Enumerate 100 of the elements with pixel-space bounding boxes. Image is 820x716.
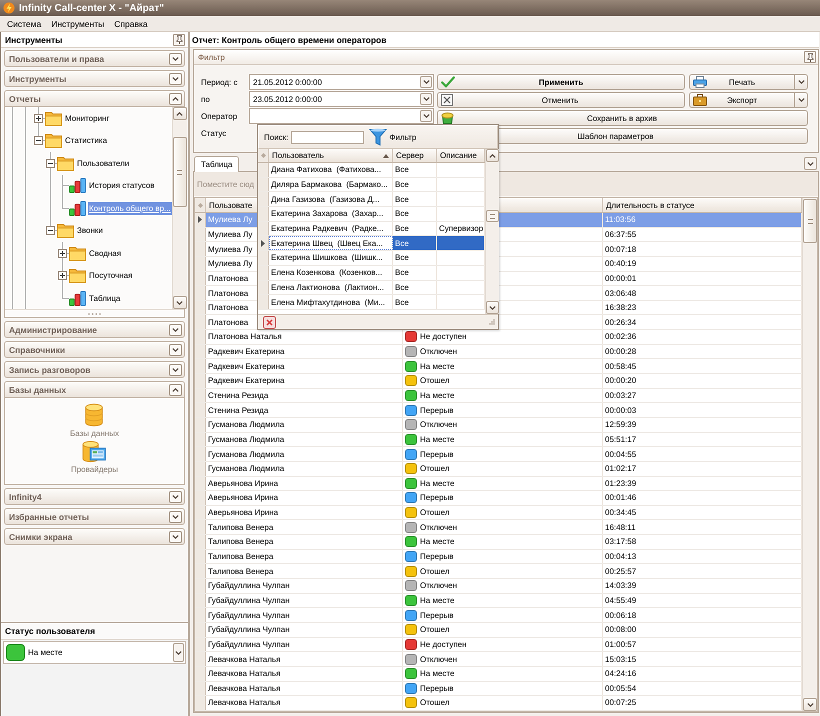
- tree-item[interactable]: Статистика: [64, 134, 108, 148]
- toggle-button[interactable]: [169, 52, 182, 64]
- table-row[interactable]: Радкевич Екатерина На месте 00:58:45: [195, 359, 802, 374]
- table-row[interactable]: Левачкова Наталья Отключен 15:03:15: [195, 652, 802, 667]
- table-row[interactable]: Талипова Венера Отошел 00:25:57: [195, 564, 802, 580]
- pin-button[interactable]: [173, 34, 185, 46]
- menu-item[interactable]: Инструменты: [46, 18, 110, 30]
- dropdown-button[interactable]: [795, 74, 808, 90]
- table-row[interactable]: Гусманова Людмила Перерыв 00:04:55: [195, 447, 802, 462]
- minus-box-icon[interactable]: [46, 226, 55, 236]
- plus-box-icon[interactable]: [58, 271, 67, 280]
- close-button[interactable]: [263, 316, 276, 328]
- toggle-button[interactable]: [169, 324, 182, 336]
- scroll-up-button[interactable]: [486, 149, 499, 162]
- list-row[interactable]: Елена Лактионова (Лактион... Все: [258, 280, 485, 296]
- tree-item[interactable]: Пользователи: [76, 156, 130, 170]
- table-row[interactable]: Губайдуллина Чулпан Отошел 00:08:00: [195, 622, 802, 638]
- plus-box-icon[interactable]: [58, 248, 67, 258]
- list-row[interactable]: Екатерина Шишкова (Шишк... Все: [258, 251, 485, 266]
- date-field[interactable]: 21.05.2012 0:00:00: [249, 74, 434, 90]
- table-row[interactable]: Талипова Венера На месте 03:17:58: [195, 535, 802, 550]
- section-header[interactable]: Отчеты: [4, 90, 185, 107]
- toggle-button[interactable]: [169, 510, 182, 522]
- list-row[interactable]: Диана Фатихова (Фатихова... Все: [258, 163, 485, 178]
- scrollbar-thumb[interactable]: [803, 199, 817, 243]
- table-row[interactable]: Талипова Венера Отключен 16:48:11: [195, 520, 802, 536]
- tab[interactable]: Таблица: [194, 156, 240, 172]
- list-row[interactable]: Диляра Бармакова (Бармако... Все: [258, 178, 485, 192]
- dropdown-button[interactable]: [420, 76, 432, 88]
- toggle-button[interactable]: [169, 364, 182, 376]
- scroll-down-button[interactable]: [803, 698, 817, 711]
- list-row[interactable]: Елена Мифтахутдинова (Ми... Все: [258, 295, 485, 310]
- dropdown-field[interactable]: [249, 108, 434, 124]
- table-row[interactable]: Аверьянова Ирина Перерыв 00:01:46: [195, 491, 802, 506]
- resize-grip-icon[interactable]: [489, 319, 495, 325]
- dropdown-button[interactable]: [795, 92, 808, 108]
- search-field[interactable]: [291, 130, 364, 144]
- toggle-button[interactable]: [169, 530, 182, 542]
- scroll-down-button[interactable]: [486, 301, 499, 314]
- dropdown-button[interactable]: [420, 93, 432, 105]
- list-row[interactable]: Екатерина Радкевич (Радке... Все Супервизор: [258, 222, 485, 236]
- column-header[interactable]: Пользователь: [269, 149, 393, 162]
- table-row[interactable]: Левачкова Наталья На месте 04:24:16: [195, 666, 802, 682]
- row-header[interactable]: [195, 213, 206, 227]
- scrollbar-thumb[interactable]: [172, 137, 187, 207]
- apply-button[interactable]: Применить: [437, 74, 685, 90]
- tree-item[interactable]: История статусов: [88, 179, 156, 192]
- scroll-up-button[interactable]: [172, 107, 187, 120]
- minus-box-icon[interactable]: [34, 136, 43, 146]
- archive-button[interactable]: Сохранить в архив: [437, 110, 808, 126]
- minus-box-icon[interactable]: [46, 158, 55, 168]
- table-row[interactable]: Стенина Резида Перерыв 00:00:03: [195, 403, 802, 418]
- section-header[interactable]: Избранные отчеты: [4, 508, 185, 525]
- section-header[interactable]: Администрирование: [4, 321, 185, 338]
- plus-box-icon[interactable]: [34, 114, 43, 123]
- section-header[interactable]: Снимки экрана: [4, 528, 185, 545]
- section-header[interactable]: Справочники: [4, 341, 185, 358]
- export-button[interactable]: Экспорт: [689, 92, 795, 108]
- table-row[interactable]: Аверьянова Ирина На месте 01:23:39: [195, 476, 802, 492]
- table-row[interactable]: Губайдуллина Чулпан Отключен 14:03:39: [195, 579, 802, 594]
- tree-item[interactable]: Посуточная: [88, 269, 134, 282]
- scrollbar-thumb[interactable]: [486, 210, 499, 222]
- list-row[interactable]: Екатерина Захарова (Захар... Все: [258, 207, 485, 222]
- table-row[interactable]: Гусманова Людмила Отключен 12:59:39: [195, 418, 802, 433]
- table-row[interactable]: Левачкова Наталья Перерыв 00:05:54: [195, 682, 802, 696]
- date-field[interactable]: 23.05.2012 0:00:00: [249, 91, 434, 107]
- dropdown-button[interactable]: [173, 643, 184, 662]
- table-row[interactable]: Губайдуллина Чулпан Перерыв 00:06:18: [195, 608, 802, 623]
- table-row[interactable]: Радкевич Екатерина Отошел 00:00:20: [195, 374, 802, 389]
- table-row[interactable]: Платонова Наталья Не доступен 00:02:36: [195, 330, 802, 345]
- shortcut-item[interactable]: Провайдеры: [70, 441, 118, 474]
- section-header[interactable]: Запись разговоров: [4, 361, 185, 378]
- table-row[interactable]: Губайдуллина Чулпан Не доступен 01:00:57: [195, 638, 802, 652]
- table-row[interactable]: Стенина Резида На месте 00:03:27: [195, 388, 802, 404]
- scroll-down-button[interactable]: [172, 296, 187, 309]
- toggle-button[interactable]: [169, 490, 182, 502]
- tree-item[interactable]: Сводная: [88, 246, 122, 260]
- dropdown-button[interactable]: [420, 110, 432, 122]
- pin-button[interactable]: [804, 51, 816, 63]
- cancel-button[interactable]: Отменить: [437, 92, 685, 108]
- status-dropdown[interactable]: На месте: [3, 641, 186, 664]
- print-button[interactable]: Печать: [689, 74, 795, 90]
- table-row[interactable]: Гусманова Людмила Отошел 01:02:17: [195, 462, 802, 477]
- section-header[interactable]: Пользователи и права: [4, 50, 185, 67]
- tree-item[interactable]: Мониторинг: [64, 112, 110, 125]
- menu-item[interactable]: Справка: [109, 18, 153, 30]
- list-row[interactable]: Дина Газизова (Газизова Д... Все: [258, 192, 485, 208]
- toggle-button[interactable]: [169, 344, 182, 356]
- table-row[interactable]: Радкевич Екатерина Отключен 00:00:28: [195, 344, 802, 360]
- table-row[interactable]: Аверьянова Ирина Отошел 00:34:45: [195, 506, 802, 520]
- tab-menu-button[interactable]: [804, 157, 817, 170]
- list-row[interactable]: Елена Козенкова (Козенков... Все: [258, 266, 485, 280]
- toggle-button[interactable]: [169, 92, 182, 104]
- tree-item[interactable]: Звонки: [76, 224, 104, 238]
- list-row[interactable]: Екатерина Швец (Швец Ека... Все: [258, 236, 485, 252]
- menu-item[interactable]: Система: [2, 18, 46, 30]
- table-row[interactable]: Талипова Венера Перерыв 00:04:13: [195, 550, 802, 564]
- table-row[interactable]: Гусманова Людмила На месте 05:51:17: [195, 432, 802, 448]
- toggle-button[interactable]: [169, 384, 182, 396]
- shortcut-item[interactable]: Базы данных: [70, 403, 119, 438]
